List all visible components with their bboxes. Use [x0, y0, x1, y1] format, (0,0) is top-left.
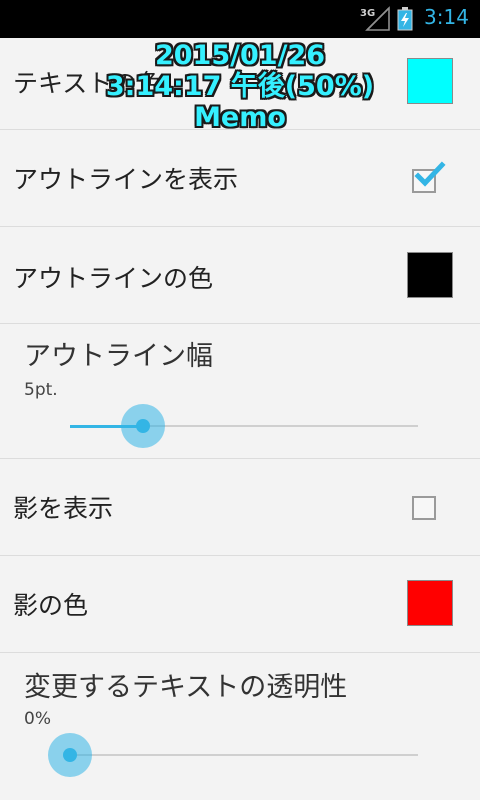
- overlay-time: 3:14:17 午後(50%): [105, 71, 375, 102]
- slider-title: アウトライン幅: [24, 341, 213, 372]
- slider-thumb-core: [63, 748, 77, 762]
- status-bar: 3G 3:14: [0, 0, 480, 38]
- shadow-color-swatch[interactable]: [407, 580, 453, 626]
- show-shadow-checkbox[interactable]: [412, 496, 436, 520]
- slider-value: 0%: [24, 709, 51, 729]
- overlay-date: 2015/01/26: [154, 40, 325, 71]
- battery-charging-icon: [397, 7, 413, 31]
- slider-thumb[interactable]: [48, 733, 92, 777]
- slider-title: 変更するテキストの透明性: [24, 672, 348, 703]
- setting-shadow-color[interactable]: 影の色: [0, 556, 480, 653]
- setting-outline-width: アウトライン幅 5pt.: [0, 324, 480, 459]
- setting-outline-color[interactable]: アウトラインの色: [0, 227, 480, 324]
- checkmark-icon: [414, 161, 446, 187]
- slider-thumb-core: [136, 419, 150, 433]
- settings-list: テキストの色 アウトラインを表示 アウトラインの色 アウトライン幅 5pt. 影…: [0, 38, 480, 800]
- setting-show-outline[interactable]: アウトラインを表示: [0, 130, 480, 227]
- signal-3g-icon: 3G: [360, 6, 390, 31]
- text-color-swatch[interactable]: [407, 58, 453, 104]
- outline-color-swatch[interactable]: [407, 252, 453, 298]
- clock: 3:14: [424, 5, 469, 29]
- slider-value: 5pt.: [24, 380, 58, 400]
- network-type-label: 3G: [360, 8, 375, 19]
- overlay-label: Memo: [194, 102, 286, 133]
- setting-label: アウトラインを表示: [13, 165, 239, 194]
- text-transparency-slider[interactable]: [48, 733, 418, 777]
- setting-label: 影の色: [13, 591, 89, 620]
- setting-label: アウトラインの色: [13, 264, 214, 293]
- outline-width-slider[interactable]: [70, 404, 418, 448]
- setting-show-shadow[interactable]: 影を表示: [0, 459, 480, 556]
- slider-thumb[interactable]: [121, 404, 165, 448]
- setting-text-transparency: 変更するテキストの透明性 0%: [0, 653, 480, 800]
- memo-overlay: 2015/01/26 3:14:17 午後(50%) Memo: [100, 40, 380, 133]
- setting-label: 影を表示: [13, 494, 114, 523]
